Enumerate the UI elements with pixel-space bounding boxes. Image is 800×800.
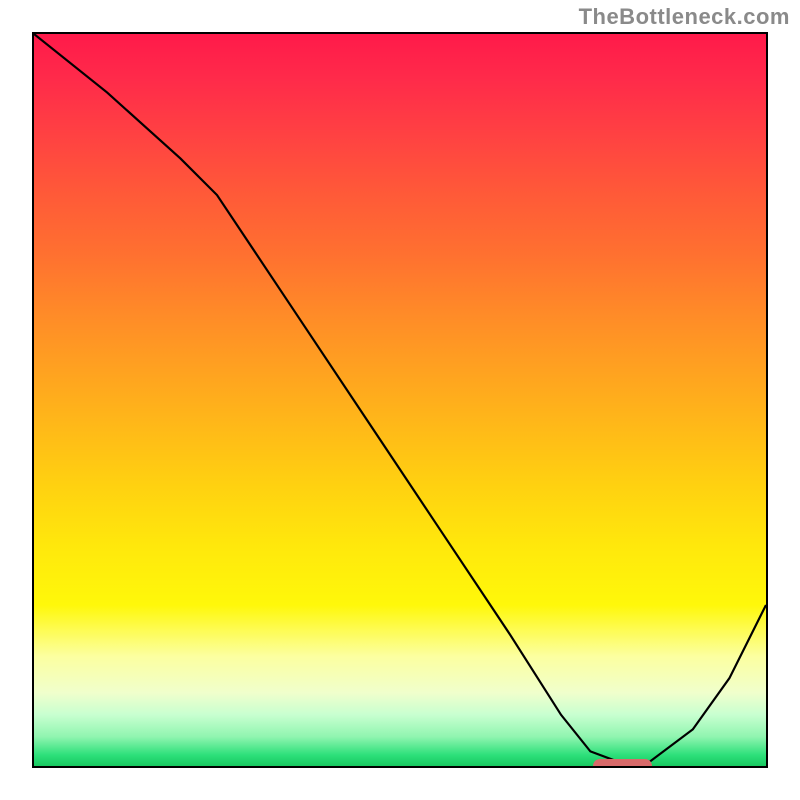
watermark-text: TheBottleneck.com xyxy=(579,4,790,30)
plot-area xyxy=(32,32,768,768)
bottleneck-curve xyxy=(34,34,766,766)
optimal-marker xyxy=(593,759,652,768)
